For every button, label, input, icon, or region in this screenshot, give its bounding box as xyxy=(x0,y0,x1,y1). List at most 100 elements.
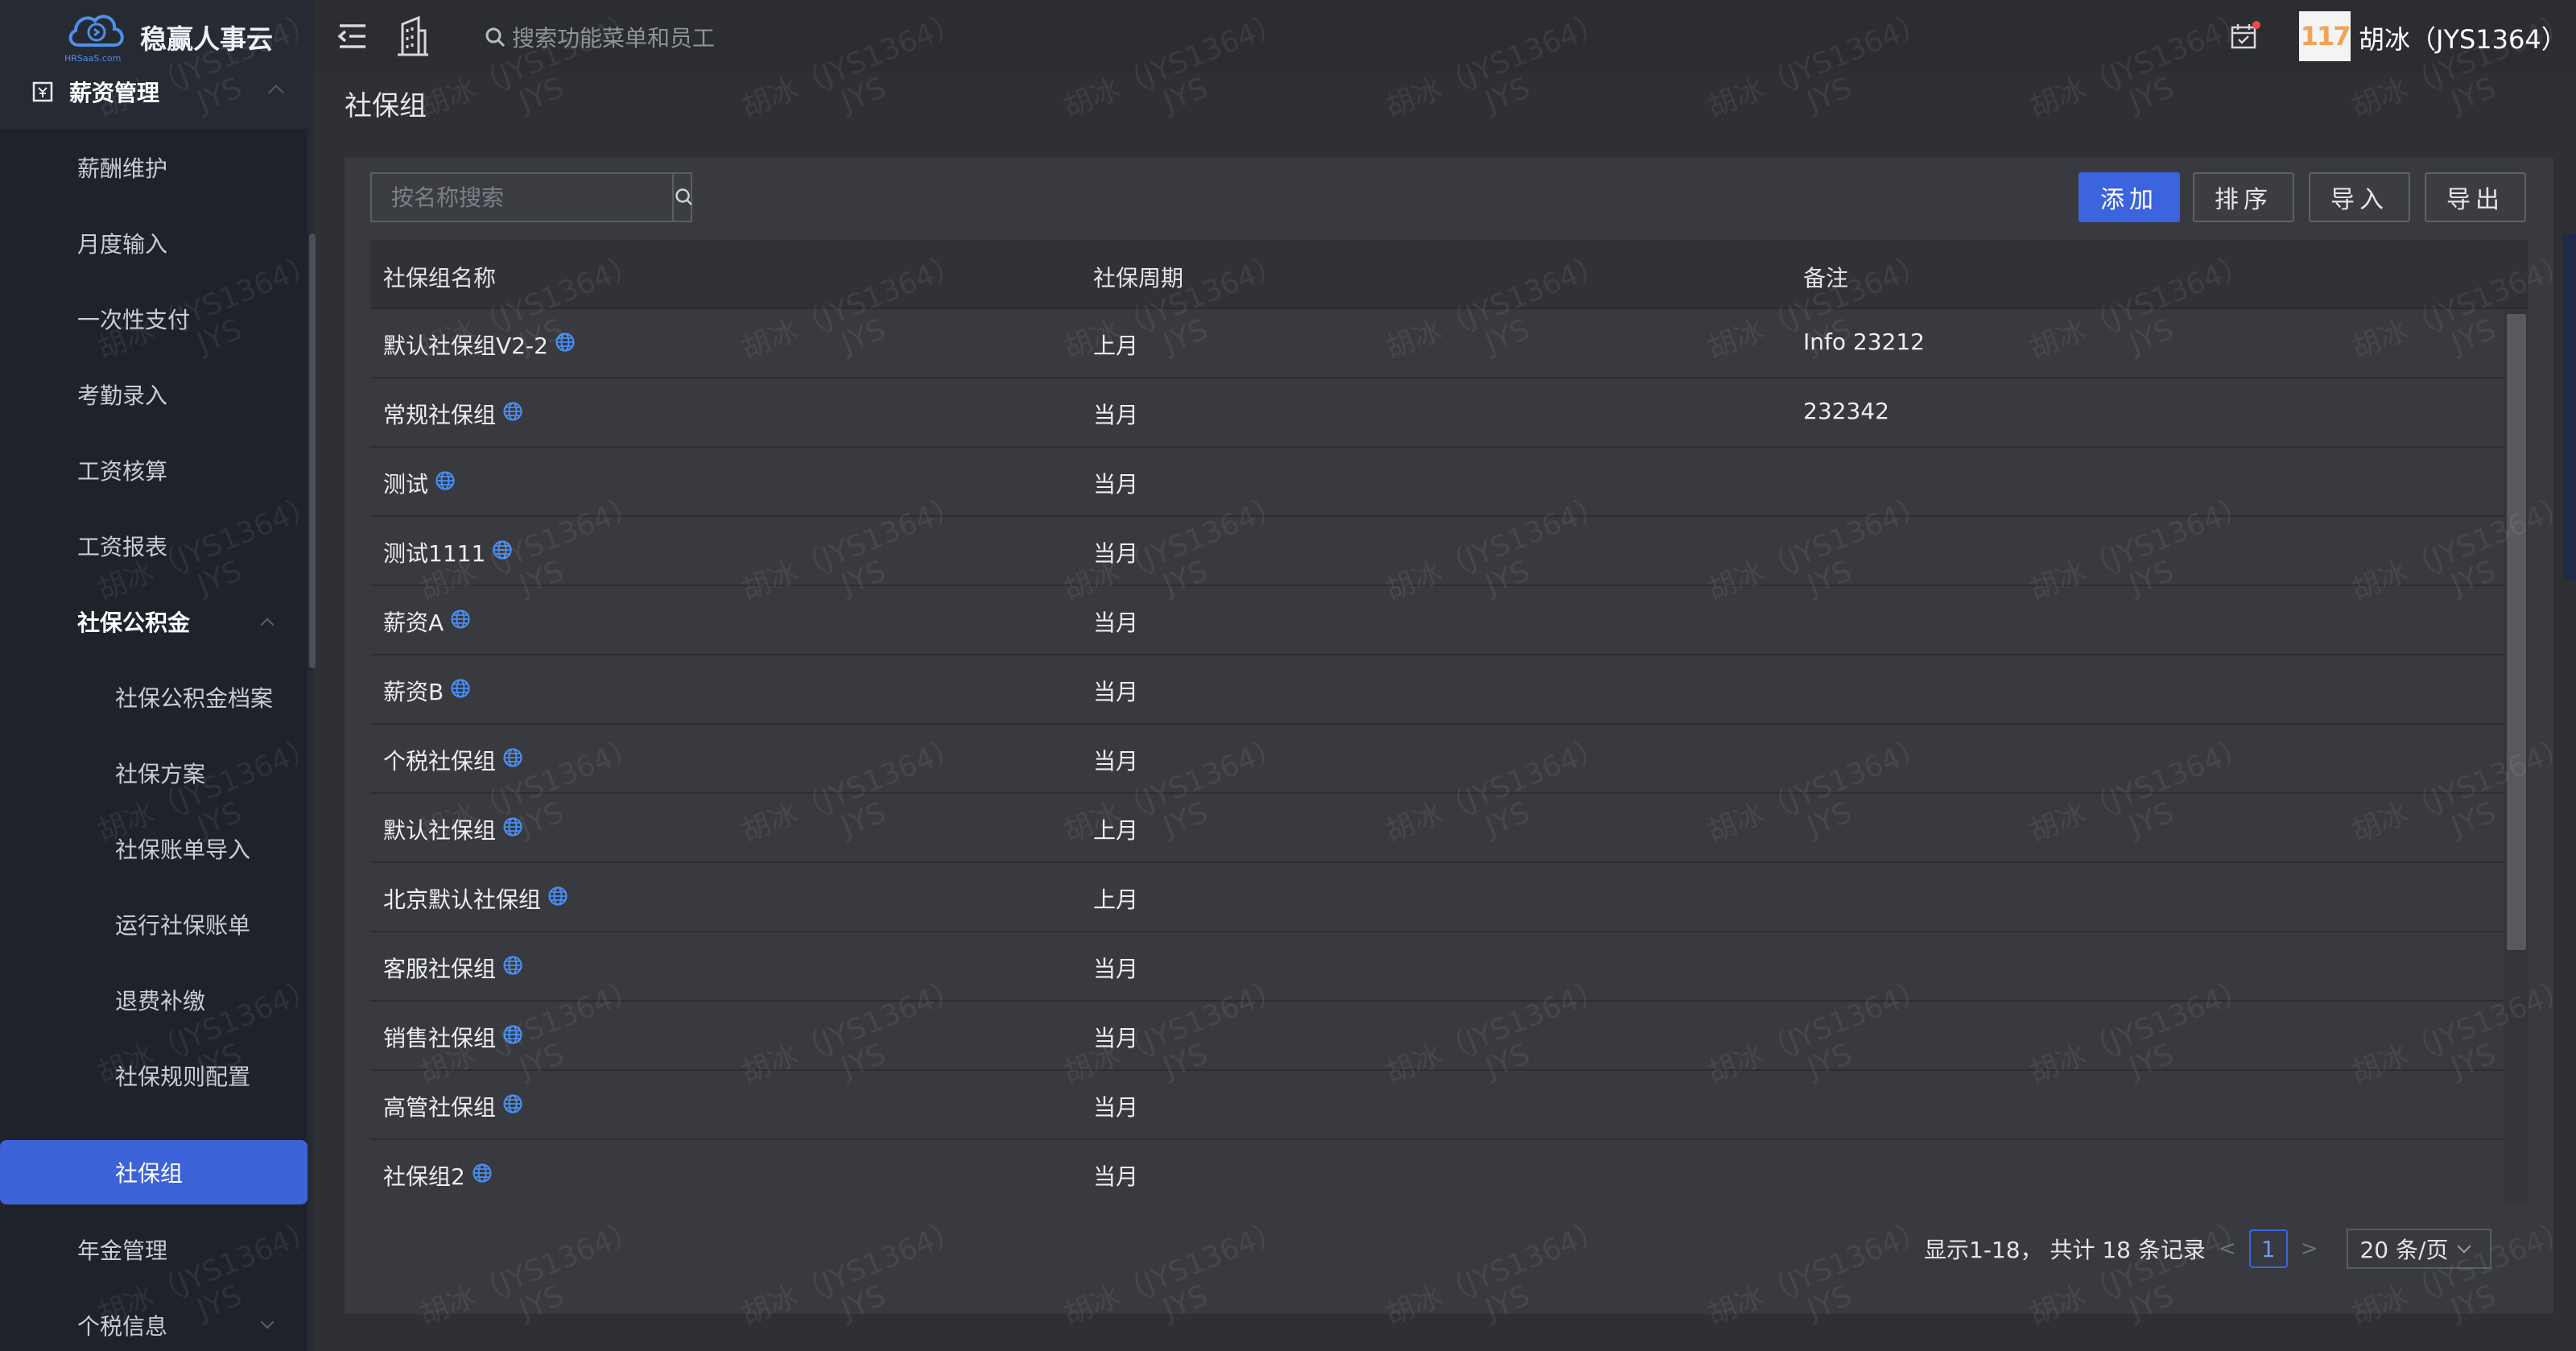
globe-icon[interactable] xyxy=(555,332,576,358)
cell-name: 客服社保组 xyxy=(383,952,523,984)
sidebar-item-ss-plan[interactable]: 社保方案 xyxy=(0,741,308,805)
group-name-text: 测试1111 xyxy=(383,540,486,567)
cell-period: 当月 xyxy=(1093,609,1139,636)
sidebar-item-run-ss-bill[interactable]: 运行社保账单 xyxy=(0,892,308,956)
sidebar-item-ss-rules[interactable]: 社保规则配置 xyxy=(0,1043,308,1108)
globe-icon[interactable] xyxy=(435,470,456,497)
cell-name: 默认社保组 xyxy=(383,813,523,845)
cell-name: 销售社保组 xyxy=(383,1021,523,1053)
globe-icon[interactable] xyxy=(492,539,513,566)
avatar[interactable]: 117 xyxy=(2299,11,2351,61)
sidebar-item-label: 社保公积金档案 xyxy=(115,685,274,712)
sidebar-item-social-security[interactable]: 社保公积金 xyxy=(0,589,308,654)
column-header-period[interactable]: 社保周期 xyxy=(1093,261,1183,293)
table-row[interactable]: 常规社保组 当月 232342 xyxy=(370,378,2504,448)
sidebar-item-ss-group[interactable]: 社保组 xyxy=(0,1140,308,1204)
avatar-text: 117 xyxy=(2300,21,2351,52)
search-icon xyxy=(675,188,692,205)
global-search[interactable]: 搜索功能菜单和员工 xyxy=(485,21,715,53)
table-row[interactable]: 北京默认社保组 上月 xyxy=(370,863,2504,932)
group-name-text: 薪资A xyxy=(383,609,444,636)
sidebar-item-label: 个税信息 xyxy=(77,1313,168,1340)
group-name-text: 社保组2 xyxy=(383,1163,465,1190)
cell-name: 薪资A xyxy=(383,605,471,638)
logo-subtitle: HRSaaS.com xyxy=(64,53,122,64)
table-row[interactable]: 销售社保组 当月 xyxy=(370,1002,2504,1071)
globe-icon[interactable] xyxy=(502,1024,523,1051)
table-row[interactable]: 个税社保组 当月 xyxy=(370,725,2504,794)
top-bar: 搜索功能菜单和员工 117 胡冰（JYS1364） xyxy=(314,0,2576,72)
globe-icon[interactable] xyxy=(502,401,523,428)
sidebar-item-payroll-calc[interactable]: 工资核算 xyxy=(0,438,308,502)
sidebar-item-attendance[interactable]: 考勤录入 xyxy=(0,362,308,427)
sidebar-item-monthly-input[interactable]: 月度输入 xyxy=(0,211,308,275)
globe-icon[interactable] xyxy=(502,1093,523,1120)
next-page-icon[interactable]: > xyxy=(2301,1237,2318,1261)
side-panel-edge xyxy=(2563,233,2576,580)
cell-note: Info 23212 xyxy=(1803,328,1925,355)
pagination-summary: 显示1-18， 共计 18 条记录 xyxy=(1924,1237,2206,1263)
column-header-name[interactable]: 社保组名称 xyxy=(383,261,496,293)
app-name: 稳赢人事云 xyxy=(140,23,273,55)
cell-period: 上月 xyxy=(1093,333,1139,359)
nav-group-salary[interactable]: 薪资管理 xyxy=(32,74,290,109)
sidebar-scrollbar[interactable] xyxy=(309,233,316,668)
globe-icon[interactable] xyxy=(450,678,471,704)
page-number-current[interactable]: 1 xyxy=(2248,1229,2288,1268)
pagination: 显示1-18， 共计 18 条记录 < 1 > 20 条/页 xyxy=(1924,1229,2492,1269)
sidebar-item-ss-bill-import[interactable]: 社保账单导入 xyxy=(0,816,308,881)
table-row[interactable]: 高管社保组 当月 xyxy=(370,1071,2504,1140)
sidebar-item-label: 社保公积金 xyxy=(77,609,191,636)
table-row[interactable]: 默认社保组V2-2 上月 Info 23212 xyxy=(370,309,2504,378)
add-button[interactable]: 添加 xyxy=(2079,172,2180,222)
group-name-text: 常规社保组 xyxy=(383,402,497,428)
ss-group-table: 社保组名称 社保周期 备注 默认社保组V2-2 上月 Info 23212 常规社保组… xyxy=(370,240,2528,1203)
table-row[interactable]: 薪资A 当月 xyxy=(370,586,2504,655)
user-name[interactable]: 胡冰（JYS1364） xyxy=(2359,19,2567,56)
sidebar-item-label: 社保规则配置 xyxy=(115,1064,251,1090)
sidebar-item-payroll-report[interactable]: 工资报表 xyxy=(0,514,308,578)
group-name-text: 销售社保组 xyxy=(383,1025,497,1051)
menu-collapse-icon[interactable] xyxy=(336,23,369,50)
table-scrollbar[interactable] xyxy=(2507,314,2526,950)
globe-icon[interactable] xyxy=(502,816,523,843)
building-icon[interactable] xyxy=(394,14,430,56)
table-row[interactable]: 客服社保组 当月 xyxy=(370,932,2504,1002)
app-logo[interactable]: HRSaaS.com 稳赢人事云 xyxy=(64,10,273,64)
page-size-select[interactable]: 20 条/页 xyxy=(2347,1229,2492,1269)
sidebar-item-ss-archive[interactable]: 社保公积金档案 xyxy=(0,665,308,729)
cell-name: 个税社保组 xyxy=(383,744,523,776)
cell-name: 默认社保组V2-2 xyxy=(383,328,576,361)
sidebar-item-refund-backpay[interactable]: 退费补缴 xyxy=(0,968,308,1032)
globe-icon[interactable] xyxy=(547,886,568,912)
sidebar-item-one-time-payment[interactable]: 一次性支付 xyxy=(0,287,308,351)
group-name-text: 默认社保组 xyxy=(383,817,497,844)
sidebar-item-label: 社保方案 xyxy=(115,761,206,787)
table-row[interactable]: 社保组2 当月 xyxy=(370,1140,2504,1203)
sidebar-item-label: 运行社保账单 xyxy=(115,912,251,939)
prev-page-icon[interactable]: < xyxy=(2219,1237,2236,1261)
sort-button[interactable]: 排序 xyxy=(2193,172,2294,222)
globe-icon[interactable] xyxy=(502,747,523,774)
sidebar-item-salary-maintenance[interactable]: 薪酬维护 xyxy=(0,135,308,200)
globe-icon[interactable] xyxy=(502,955,523,981)
table-row[interactable]: 测试1111 当月 xyxy=(370,517,2504,586)
table-row[interactable]: 测试 当月 xyxy=(370,448,2504,517)
table-row[interactable]: 薪资B 当月 xyxy=(370,655,2504,725)
cell-name: 高管社保组 xyxy=(383,1090,523,1122)
table-row[interactable]: 默认社保组 上月 xyxy=(370,794,2504,863)
group-name-text: 薪资B xyxy=(383,679,444,705)
export-button[interactable]: 导出 xyxy=(2425,172,2526,222)
search-button[interactable] xyxy=(672,174,695,221)
global-search-placeholder: 搜索功能菜单和员工 xyxy=(512,25,716,52)
globe-icon[interactable] xyxy=(472,1163,493,1189)
globe-icon[interactable] xyxy=(450,609,471,635)
sidebar-item-annuity[interactable]: 年金管理 xyxy=(0,1217,308,1282)
cell-period: 当月 xyxy=(1093,679,1139,705)
name-search-input[interactable] xyxy=(372,174,672,221)
cell-period: 当月 xyxy=(1093,1094,1139,1121)
sidebar-item-tax-info[interactable]: 个税信息 xyxy=(0,1293,308,1351)
group-name-text: 高管社保组 xyxy=(383,1094,497,1121)
column-header-note[interactable]: 备注 xyxy=(1803,261,1848,293)
import-button[interactable]: 导入 xyxy=(2309,172,2410,222)
